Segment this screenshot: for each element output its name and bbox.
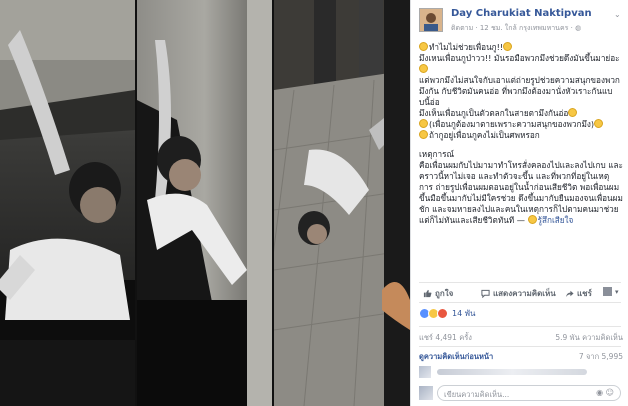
crying-emoji-icon bbox=[419, 64, 428, 73]
feeling-label[interactable]: รู้สึกเสียใจ bbox=[538, 215, 574, 225]
comment-composer: เขียนความคิดเห็น... ◉ ☺ bbox=[419, 384, 623, 402]
chevron-down-icon[interactable]: ⌄ bbox=[614, 10, 622, 19]
crying-emoji-icon bbox=[568, 108, 578, 117]
post-header: Day Charukiat Naktipvan ติดตาม · 12 ชม. … bbox=[419, 6, 624, 36]
camera-icon[interactable]: ◉ bbox=[596, 388, 603, 397]
post-photo-3[interactable] bbox=[274, 0, 410, 406]
crying-emoji-icon bbox=[594, 119, 604, 128]
post-line: เหตุการณ์ bbox=[419, 149, 455, 159]
emoji-icon[interactable]: ☺ bbox=[606, 388, 614, 397]
divider bbox=[419, 346, 621, 347]
post-photo-2[interactable] bbox=[137, 0, 272, 406]
divider bbox=[419, 302, 621, 303]
post-stats: แชร์ 4,491 ครั้ง 5.9 พัน ความคิดเห็น bbox=[419, 332, 623, 343]
post-side-panel: Day Charukiat Naktipvan ติดตาม · 12 ชม. … bbox=[410, 0, 628, 406]
reactions-count: 14 พัน bbox=[452, 308, 476, 318]
commenter-avatar bbox=[419, 366, 431, 378]
comment-button-label: แสดงความคิดเห็น bbox=[493, 289, 556, 298]
divider bbox=[419, 282, 621, 283]
post-line: (เพื่อนกูต้องมาตายเพราะความสนุกของพวกมึง… bbox=[419, 119, 623, 130]
divider bbox=[419, 326, 621, 327]
post-meta: ติดตาม · 12 ชม. ใกล้ กรุงเทพมหานคร · ◍ bbox=[451, 23, 581, 34]
post-line: มึงเหนเพื่อนกูป่าวว!! มันรอมือพวกมึงช่วย… bbox=[419, 53, 623, 75]
share-icon bbox=[565, 290, 574, 298]
post-meta-text: ติดตาม · 12 ชม. ใกล้ กรุงเทพมหานคร · bbox=[451, 24, 576, 32]
post-text: ทำไมไม่ช่วยเพื่อนกู!! มึงเหนเพื่อนกูป่าว… bbox=[419, 42, 623, 226]
sad-emoji-icon bbox=[527, 215, 537, 224]
previous-comments-row: ดูความคิดเห็นก่อนหน้า 7 จาก 5,995 bbox=[419, 351, 623, 362]
reactions-summary[interactable]: 14 พัน bbox=[419, 307, 475, 319]
post-actions-bar: ถูกใจ แสดงความคิดเห็น แชร์ ▾ bbox=[419, 287, 623, 301]
crying-emoji-icon bbox=[419, 130, 428, 139]
like-button[interactable]: ถูกใจ bbox=[423, 287, 453, 300]
shares-count[interactable]: แชร์ 4,491 ครั้ง bbox=[419, 332, 472, 344]
blurred-comment-text bbox=[437, 369, 587, 375]
share-audience-selector[interactable]: ▾ bbox=[603, 287, 619, 296]
angry-reaction-icon bbox=[437, 307, 448, 319]
post-line: แต่พวกมึงไม่สนใจกับเอาแต่ถ่ายรูปช่วยความ… bbox=[419, 75, 620, 107]
crying-emoji-icon bbox=[419, 42, 428, 51]
blurred-comment bbox=[419, 366, 623, 380]
chevron-down-icon: ▾ bbox=[615, 287, 619, 296]
like-button-label: ถูกใจ bbox=[435, 289, 454, 298]
author-name[interactable]: Day Charukiat Naktipvan bbox=[451, 8, 592, 19]
post-line: มึงเห็นเพื่อนกูเป็นตัวตลกในสายตามึงกันอ่… bbox=[419, 108, 623, 119]
globe-icon: ◍ bbox=[575, 24, 582, 32]
share-button[interactable]: แชร์ bbox=[565, 287, 592, 300]
comment-input[interactable]: เขียนความคิดเห็น... ◉ ☺ bbox=[437, 385, 621, 401]
profile-thumbnail-icon bbox=[603, 287, 612, 296]
comment-icon bbox=[481, 289, 490, 298]
post-photo-collage[interactable] bbox=[0, 0, 410, 406]
comments-count[interactable]: 5.9 พัน ความคิดเห็น bbox=[555, 332, 623, 344]
comment-input-placeholder: เขียนความคิดเห็น... bbox=[444, 390, 510, 399]
post-line: คือเพื่อนผมกับไปมามาทำโทรสั่งคลองไปและลง… bbox=[419, 160, 623, 225]
thumbs-up-icon bbox=[423, 289, 432, 298]
post-line: ถ้ากูอยู่เพื่อนกูคงไม่เป็นศพหรอก bbox=[419, 130, 623, 141]
share-button-label: แชร์ bbox=[577, 289, 592, 298]
current-user-avatar bbox=[419, 386, 433, 400]
post-photo-1[interactable] bbox=[0, 0, 135, 406]
crying-emoji-icon bbox=[419, 119, 428, 128]
author-avatar[interactable] bbox=[419, 8, 443, 32]
post-line: ทำไมไม่ช่วยเพื่อนกู!! bbox=[419, 42, 623, 53]
view-previous-comments-link[interactable]: ดูความคิดเห็นก่อนหน้า bbox=[419, 351, 493, 363]
crying-emoji-icon bbox=[503, 42, 513, 51]
comments-page-count: 7 จาก 5,995 bbox=[578, 352, 623, 361]
comment-button[interactable]: แสดงความคิดเห็น bbox=[481, 287, 556, 300]
